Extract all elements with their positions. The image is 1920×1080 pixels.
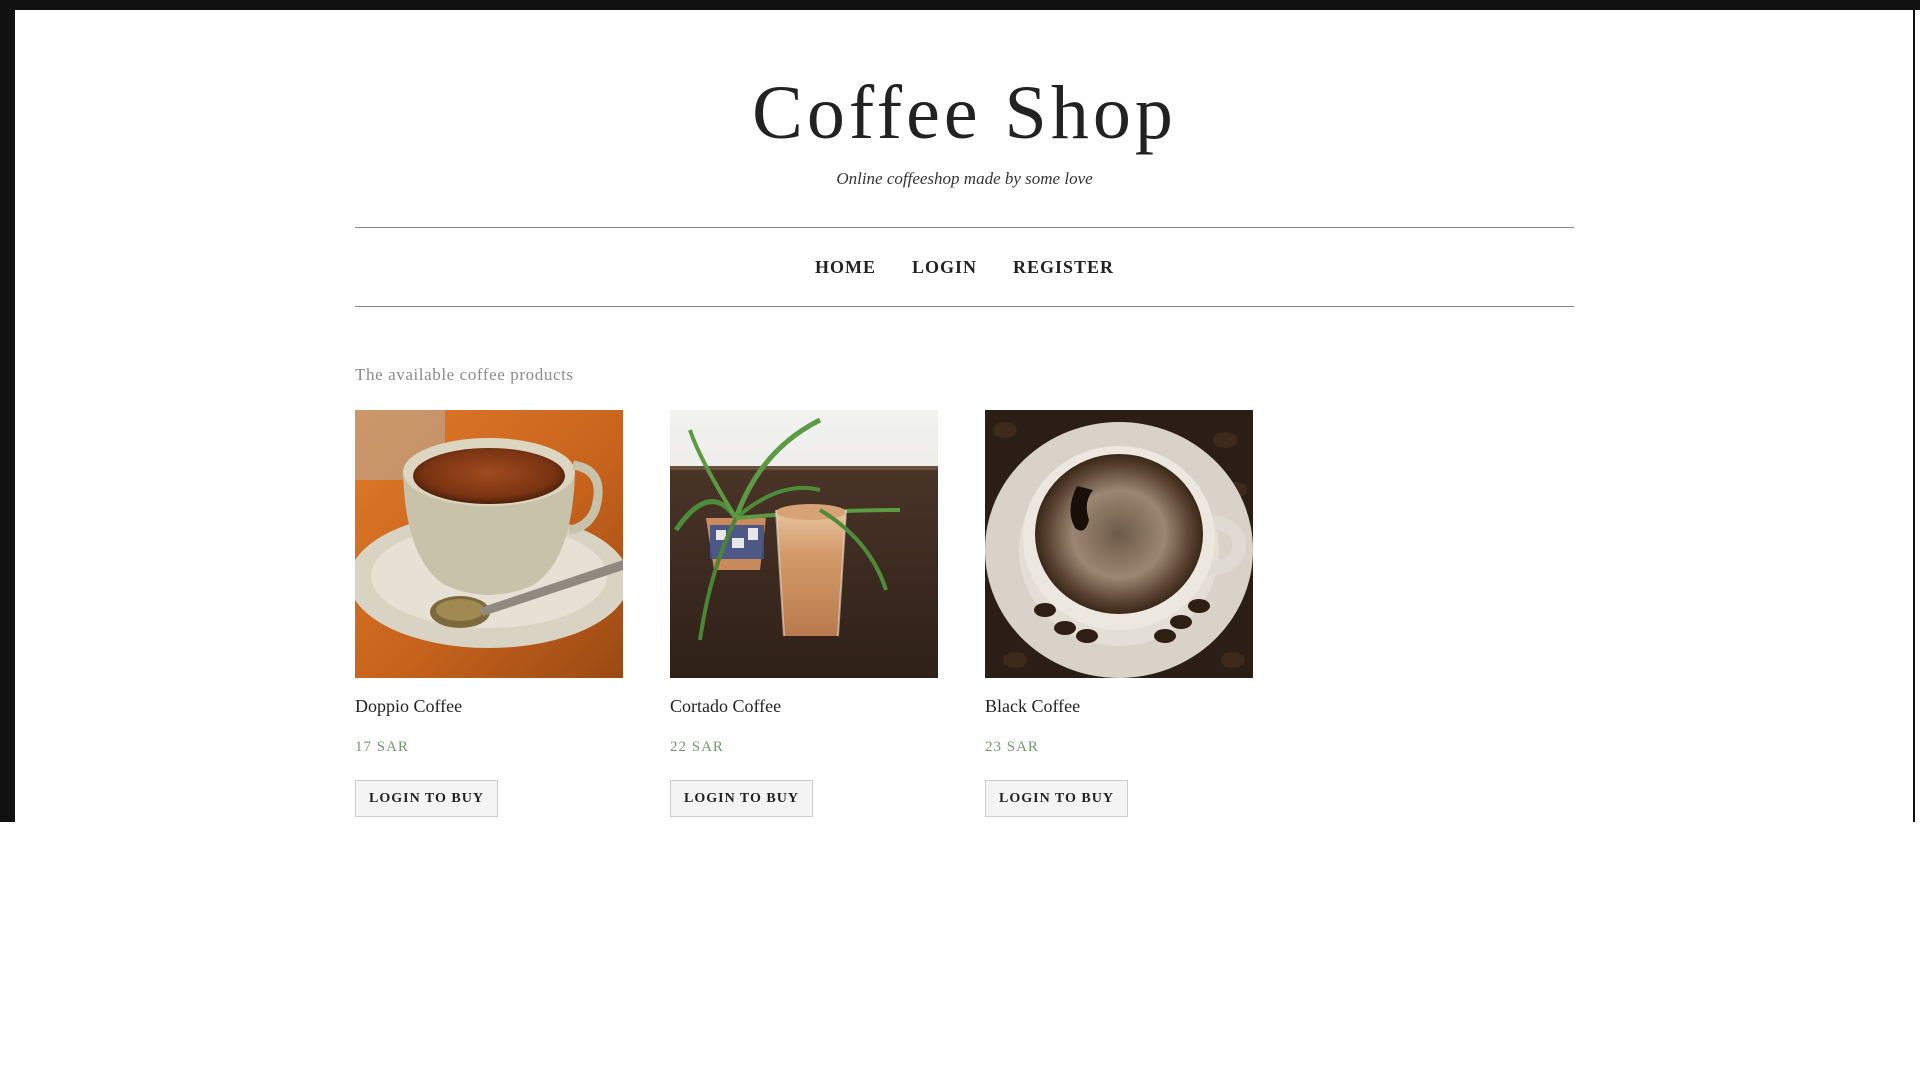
nav-register-link[interactable]: REGISTER <box>1013 257 1114 278</box>
site-header: Coffee Shop Online coffeeshop made by so… <box>355 10 1574 189</box>
product-name: Black Coffee <box>985 696 1081 716</box>
page: Coffee Shop Online coffeeshop made by so… <box>15 10 1913 822</box>
site-title: Coffee Shop <box>752 71 1177 155</box>
product-price: 23 SAR <box>985 739 1039 755</box>
login-to-buy-button[interactable]: LOGIN TO BUY <box>985 780 1128 817</box>
nav-home-link[interactable]: HOME <box>815 257 876 278</box>
product-name: Cortado Coffee <box>670 696 782 716</box>
window-frame-top <box>0 0 1920 10</box>
window-frame-right <box>1913 0 1915 822</box>
product-card: Cortado Coffee 22 SAR LOGIN TO BUY <box>670 410 938 817</box>
products-heading: The available coffee products <box>355 365 574 384</box>
product-card: Black Coffee 23 SAR LOGIN TO BUY <box>985 410 1253 817</box>
black-coffee-image[interactable] <box>985 410 1253 678</box>
nav-login-link[interactable]: LOGIN <box>912 257 977 278</box>
login-to-buy-button[interactable]: LOGIN TO BUY <box>670 780 813 817</box>
cortado-coffee-image[interactable] <box>670 410 938 678</box>
main-nav: HOME LOGIN REGISTER <box>355 227 1574 307</box>
login-to-buy-button[interactable]: LOGIN TO BUY <box>355 780 498 817</box>
content-container: Coffee Shop Online coffeeshop made by so… <box>355 10 1574 817</box>
product-price: 17 SAR <box>355 739 409 755</box>
window-frame-left <box>0 0 15 822</box>
doppio-coffee-image[interactable] <box>355 410 623 678</box>
product-card: Doppio Coffee 17 SAR LOGIN TO BUY <box>355 410 623 817</box>
product-name: Doppio Coffee <box>355 696 463 716</box>
site-tagline: Online coffeeshop made by some love <box>836 169 1093 188</box>
product-price: 22 SAR <box>670 739 724 755</box>
product-grid: Doppio Coffee 17 SAR LOGIN TO BUY Cortad… <box>355 410 1574 817</box>
